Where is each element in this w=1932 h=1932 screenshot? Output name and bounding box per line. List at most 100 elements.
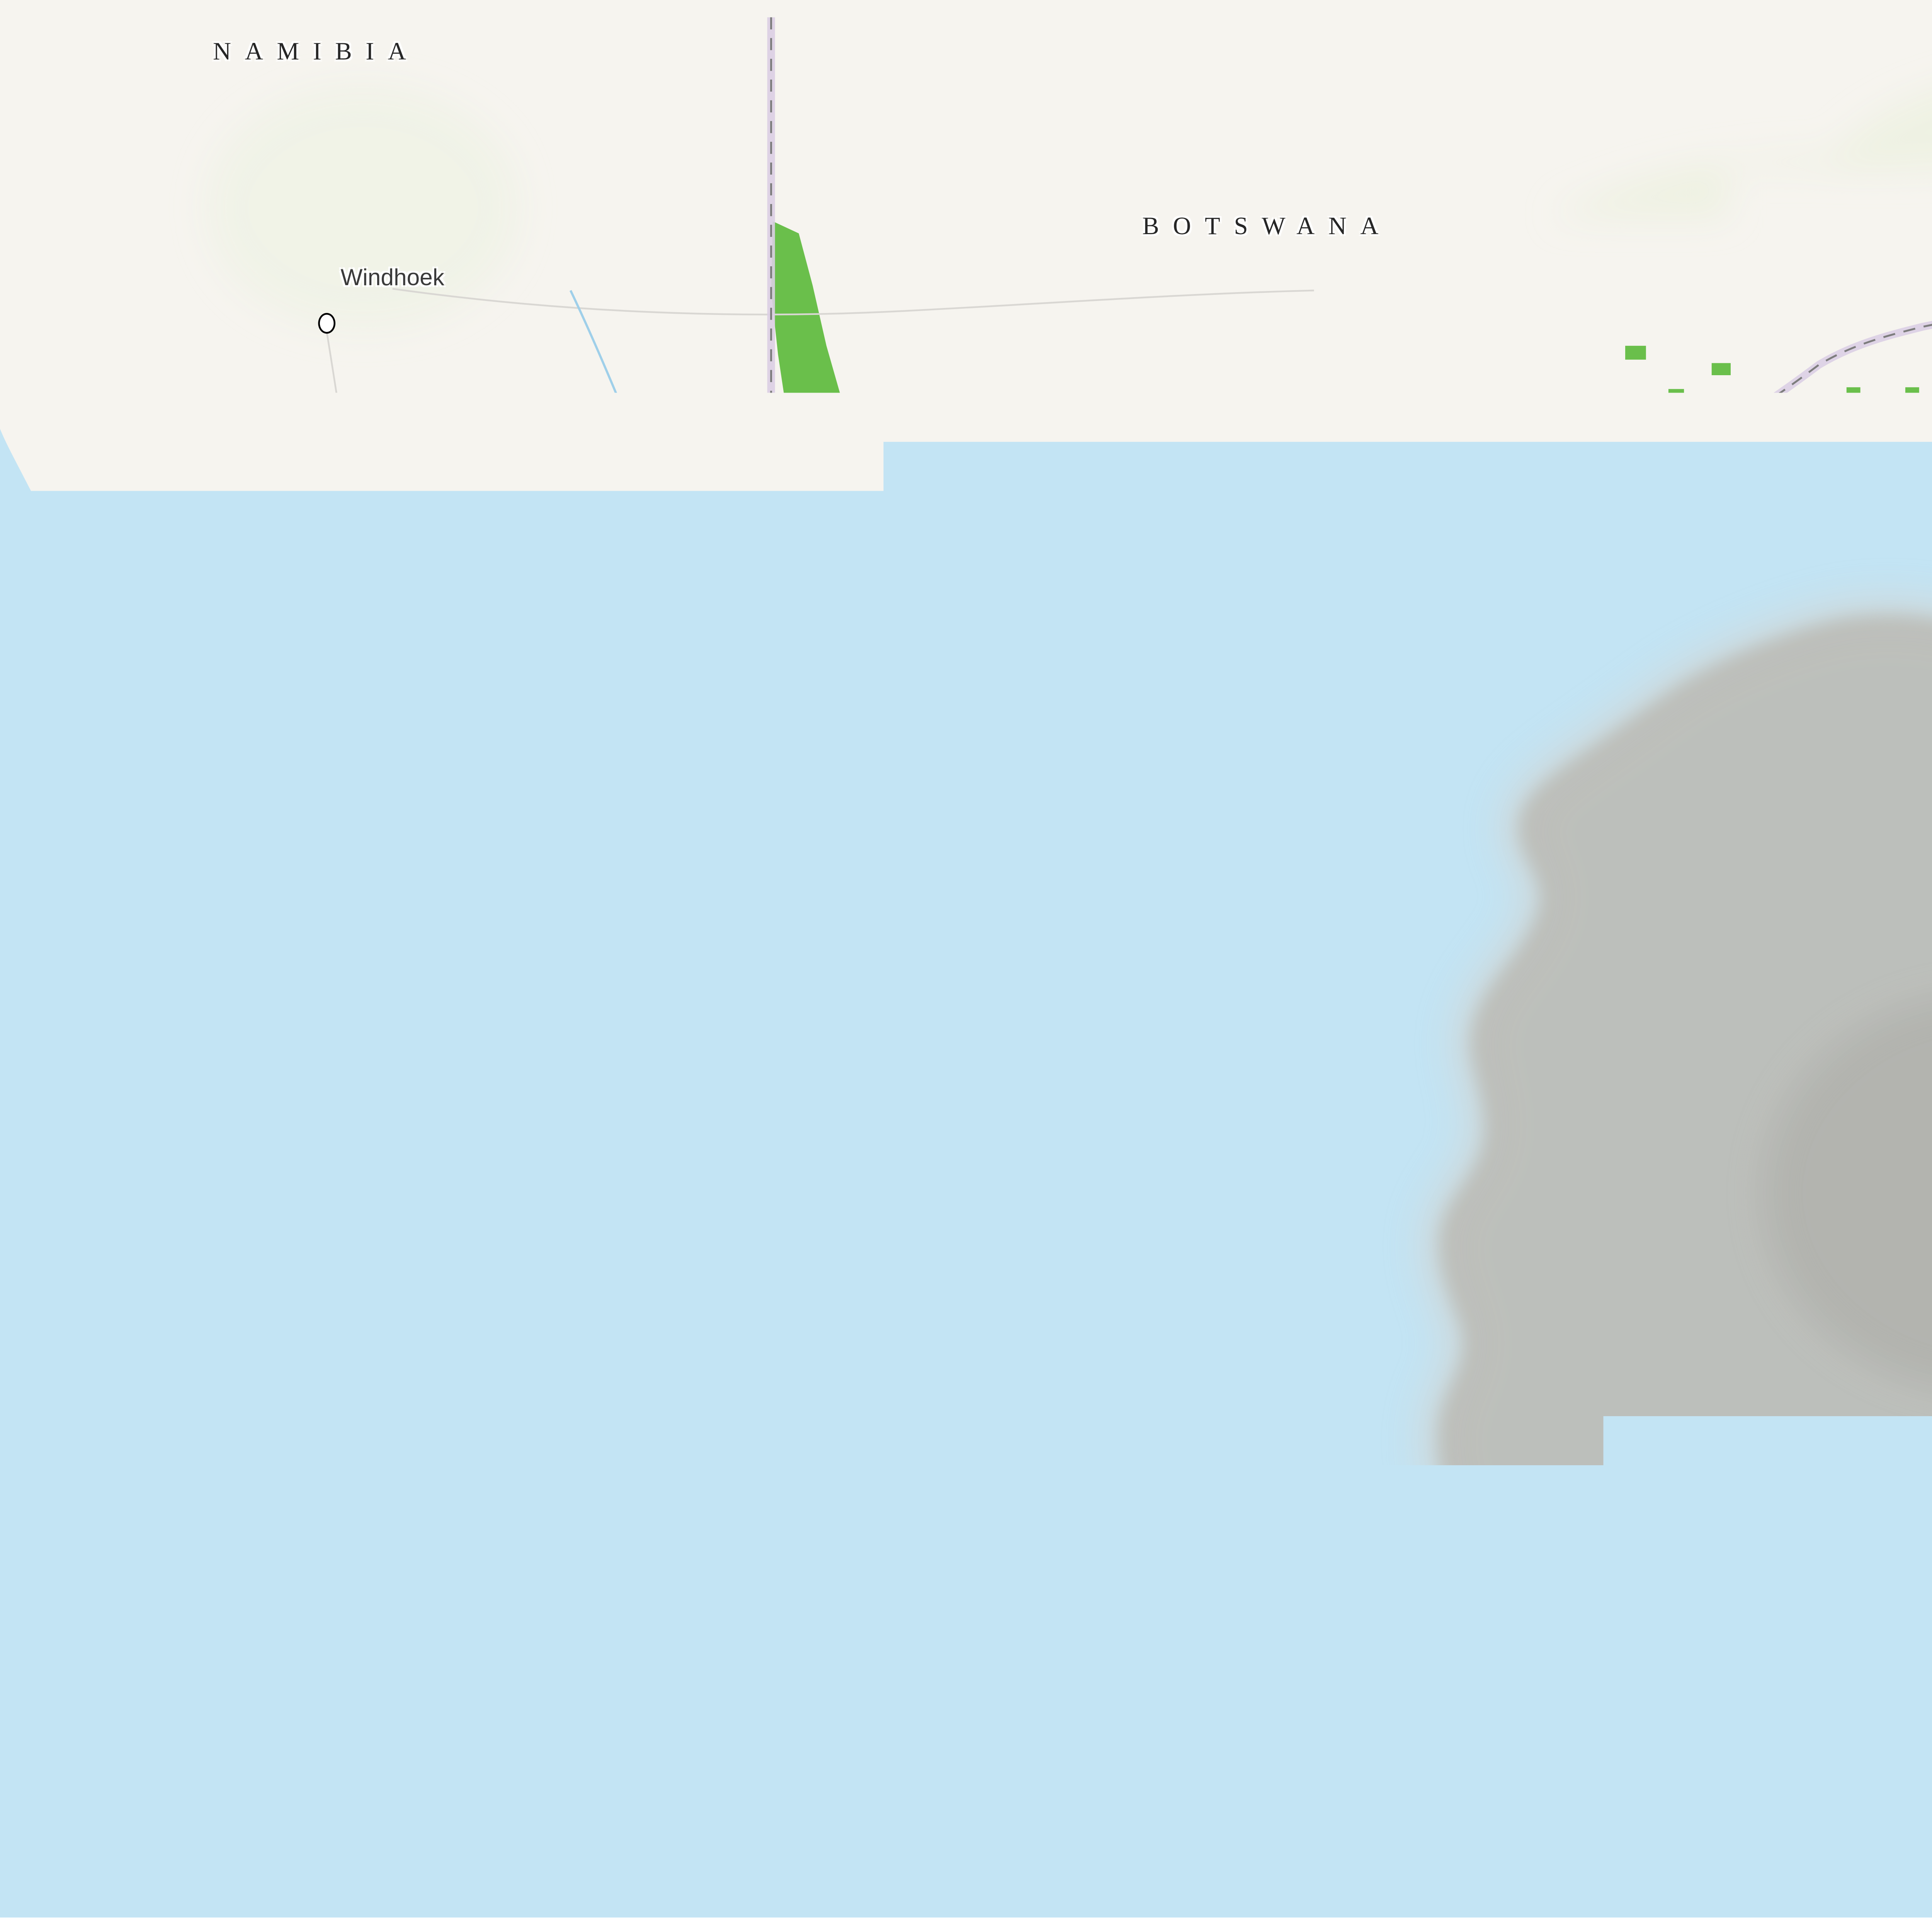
observation-dot-pre2000 <box>1775 1530 1793 1548</box>
observation-dot-y2000_2012 <box>1554 1113 1575 1134</box>
observation-dot-pre2000 <box>1793 700 1811 718</box>
observation-dot-no_date <box>1683 1527 1699 1544</box>
observation-dot-y2013_2023 <box>1699 1502 1721 1523</box>
observation-dot-pre2000 <box>1640 1535 1658 1553</box>
place-label-george: George <box>1118 1711 1196 1736</box>
observation-dot-no_date <box>1802 1012 1818 1028</box>
observation-dot-no_date <box>1871 1159 1888 1175</box>
observation-dot-pre2000 <box>1924 975 1932 993</box>
observation-dot-pre2000 <box>1804 1551 1823 1569</box>
kalahari-desert-label: Kalahari Desert <box>952 462 1046 517</box>
observation-dot-pre2000 <box>1400 791 1418 810</box>
city-marker-windhoek <box>318 313 335 334</box>
country-label-south-africa-line2: AFRICA <box>1218 1426 1420 1454</box>
observation-dot-y2000_2012 <box>1737 651 1759 673</box>
protected-area <box>1895 1662 1932 1734</box>
observation-dot-pre2000 <box>1787 835 1806 853</box>
observation-dot-pre2000 <box>1798 1333 1816 1351</box>
city-marker-maseru <box>1779 1115 1796 1136</box>
observation-dot-no_date <box>1830 963 1846 980</box>
place-label-upington: Upington <box>954 968 1048 992</box>
observation-dot-pre2000 <box>1782 1595 1800 1614</box>
observation-dot-no_date <box>1819 1207 1836 1224</box>
observation-dot-y2013_2023 <box>1613 1153 1634 1174</box>
observation-dot-y2000_2012 <box>1554 1091 1575 1112</box>
observation-dot-pre2000 <box>1744 1403 1762 1422</box>
observation-dot-no_date <box>1918 1117 1932 1134</box>
observation-dot-y2000_2012 <box>1552 1544 1573 1565</box>
observation-dot-pre2000 <box>1822 1025 1840 1043</box>
city-marker-gaborone <box>1596 488 1613 509</box>
observation-dot-pre2000 <box>1716 904 1735 922</box>
observation-dot-pre2000 <box>1715 1403 1733 1422</box>
observation-dot-y2013_2023 <box>1423 1505 1444 1527</box>
observation-dot-pre2000 <box>1915 1096 1932 1114</box>
observation-dot-pre2000 <box>1307 883 1325 901</box>
map-canvas: NAMIBIABOTSWANASOUTHAFRICALESOTHOESWATIN… <box>0 0 1932 1917</box>
observation-dot-pre2000 <box>1749 1343 1767 1361</box>
observation-dot-pre2000 <box>1490 1463 1508 1481</box>
observation-dot-pre2000 <box>1509 1372 1527 1391</box>
place-label-windhoek: Windhoek <box>340 266 444 291</box>
observation-dot-pre2000 <box>1822 987 1840 1005</box>
observation-dot-pre2000 <box>1755 826 1773 844</box>
observation-dot-pre2000 <box>1604 1516 1622 1534</box>
observation-dot-no_date <box>1888 1159 1905 1175</box>
observation-dot-pre2000 <box>1730 1490 1748 1508</box>
observation-dot-y2000_2012 <box>1820 634 1842 655</box>
observation-dot-pre2000 <box>1791 1184 1809 1202</box>
observation-dot-pre2000 <box>1841 1291 1859 1310</box>
observation-dot-pre2000 <box>1706 1137 1724 1155</box>
observation-dot-pre2000 <box>1756 1493 1774 1512</box>
observation-dot-y2000_2012 <box>1552 1565 1573 1586</box>
country-label-botswana: BOTSWANA <box>1142 215 1392 242</box>
observation-dot-pre2000 <box>1822 710 1840 728</box>
observation-dot-y2013_2023 <box>1884 1127 1905 1148</box>
observation-dot-pre2000 <box>1858 695 1876 713</box>
observation-dot-y2013_2023 <box>1220 849 1242 870</box>
place-label-maseru: Maseru <box>1811 1086 1889 1110</box>
observation-dot-pre2000 <box>1787 1203 1806 1221</box>
observation-dot-y2000_2012 <box>1872 747 1893 768</box>
observation-dot-pre2000 <box>1670 1191 1688 1209</box>
observation-dot-no_date <box>1864 858 1881 874</box>
place-label-gqeberha: Gqeberha <box>1561 1710 1665 1734</box>
observation-dot-no_date <box>1459 1356 1476 1372</box>
observation-dot-pre2000 <box>1858 581 1876 599</box>
observation-dot-y2013_2023 <box>1915 641 1932 662</box>
transfrontier-park-small <box>256 1189 315 1234</box>
observation-dot-no_date <box>1753 711 1770 728</box>
observation-dot-y2013_2023 <box>1708 1551 1729 1572</box>
city-marker-cape-town <box>541 1738 559 1759</box>
place-label-cape-town: Cape Town <box>578 1704 694 1729</box>
country-label-lesotho: LESOTHO <box>1816 1222 1932 1243</box>
observation-dot-pre2000 <box>1806 966 1825 984</box>
observation-dot-no_date <box>1717 1180 1734 1196</box>
observation-dot-no_date <box>1859 965 1876 982</box>
observation-dot-pre2000 <box>1725 767 1743 786</box>
city-marker-bloemfontein <box>1604 1081 1622 1102</box>
observation-dot-pre2000 <box>1765 1594 1783 1612</box>
observation-dot-pre2000 <box>1229 878 1247 896</box>
observation-dot-pre2000 <box>1668 1558 1686 1576</box>
observation-dot-pre2000 <box>1746 1547 1764 1565</box>
observation-dot-pre2000 <box>1748 1118 1766 1136</box>
basemap <box>0 0 1932 1917</box>
observation-dot-y2013_2023 <box>1765 1549 1786 1570</box>
sources-line1: Sources: Esri, TomTom, Garmin, FAO, NOAA… <box>1701 1829 1932 1850</box>
city-marker-kimberley <box>1397 1046 1414 1067</box>
observation-dot-y2013_2023 <box>1751 783 1772 804</box>
observation-dot-pre2000 <box>1924 893 1932 912</box>
observation-dot-pre2000 <box>1876 982 1894 1000</box>
place-label-bloemfontein: Bloemfontein <box>1642 1058 1778 1082</box>
observation-dot-pre2000 <box>1853 1144 1871 1162</box>
city-marker-springbok <box>474 1162 491 1183</box>
observation-dot-y2013_2023 <box>1872 1025 1893 1046</box>
observation-dot-pre2000 <box>1632 1203 1650 1221</box>
place-label-gaborone: Gaborone <box>1596 451 1700 475</box>
observation-dot-y2000_2012 <box>1920 712 1932 733</box>
observation-dot-y2013_2023 <box>1871 663 1892 685</box>
observation-dot-pre2000 <box>1886 1051 1904 1069</box>
observation-dot-pre2000 <box>1912 619 1930 637</box>
place-label-east-london: East London <box>1864 1583 1932 1608</box>
